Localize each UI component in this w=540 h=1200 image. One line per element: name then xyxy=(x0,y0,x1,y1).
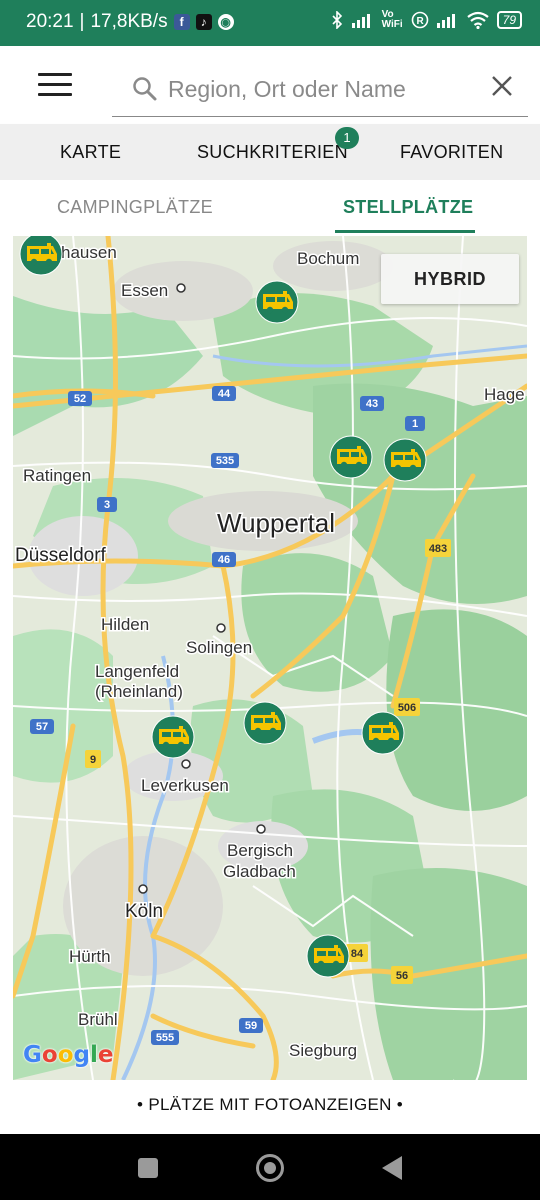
place-label-ratingen: Ratingen xyxy=(23,466,91,485)
home-icon[interactable] xyxy=(256,1154,284,1182)
recents-icon[interactable] xyxy=(138,1158,158,1178)
svg-text:1: 1 xyxy=(412,418,418,430)
place-label-hilden: Hilden xyxy=(101,615,149,634)
place-label-hausen: hausen xyxy=(61,243,117,262)
place-label-koeln: Köln xyxy=(125,901,163,922)
sub-tabs: CAMPINGPLÄTZE STELLPLÄTZE xyxy=(0,180,540,236)
tiktok-icon: ♪ xyxy=(195,14,212,30)
system-nav-bar xyxy=(0,1134,540,1200)
status-time: 20:21 xyxy=(26,11,74,32)
place-label-rheinland: (Rheinland) xyxy=(95,682,183,701)
top-bar xyxy=(0,46,540,124)
svg-text:84: 84 xyxy=(351,948,364,960)
road-shield-56: 56 xyxy=(391,966,413,984)
campervan-icon[interactable] xyxy=(243,701,287,745)
road-shield-483: 483 xyxy=(425,539,451,557)
place-label-solingen: Solingen xyxy=(186,638,252,657)
campervan-icon[interactable] xyxy=(329,435,373,479)
svg-text:56: 56 xyxy=(396,970,408,982)
road-shield-555: 555 xyxy=(151,1030,179,1045)
tab-suchkriterien[interactable]: SUCHKRITERIEN xyxy=(197,142,348,163)
campervan-icon[interactable] xyxy=(151,715,195,759)
svg-text:483: 483 xyxy=(429,543,447,555)
status-right: Vo WiFi R 79 xyxy=(330,10,522,30)
svg-text:52: 52 xyxy=(74,393,86,405)
search-bar xyxy=(112,66,528,117)
main-tabs: KARTE SUCHKRITERIEN 1 FAVORITEN xyxy=(0,124,540,180)
road-shield-44: 44 xyxy=(212,386,236,401)
svg-text:43: 43 xyxy=(366,398,378,410)
svg-text:555: 555 xyxy=(156,1032,174,1044)
svg-text:46: 46 xyxy=(218,554,230,566)
search-input[interactable] xyxy=(166,72,470,106)
road-shield-9: 9 xyxy=(85,750,101,768)
active-tab-indicator xyxy=(335,230,475,233)
svg-text:535: 535 xyxy=(216,455,234,467)
place-label-siegburg: Siegburg xyxy=(289,1041,357,1060)
road-shield-57: 57 xyxy=(30,719,54,734)
signal-icon xyxy=(351,14,370,28)
place-label-duesseldorf: Düsseldorf xyxy=(15,545,107,566)
map-view[interactable]: 52 44 43 1 535 3 46 483 506 57 9 555 59 … xyxy=(13,236,527,1080)
hamburger-menu-icon[interactable] xyxy=(38,73,72,97)
place-label-bruehl: Brühl xyxy=(78,1010,118,1029)
svg-text:9: 9 xyxy=(90,754,96,766)
road-shield-46: 46 xyxy=(212,552,236,567)
road-shield-59: 59 xyxy=(239,1018,263,1033)
place-label-bergisch: Bergisch xyxy=(227,841,293,860)
campervan-icon[interactable] xyxy=(383,438,427,482)
status-left: 20:21 | 17,8KB/s f ♪ ◉ xyxy=(26,11,234,33)
facebook-icon: f xyxy=(173,14,190,30)
campervan-icon[interactable] xyxy=(255,280,299,324)
close-icon[interactable] xyxy=(490,74,514,98)
tab-karte[interactable]: KARTE xyxy=(60,142,121,163)
svg-text:3: 3 xyxy=(104,499,110,511)
svg-text:R: R xyxy=(416,16,424,27)
road-shield-52: 52 xyxy=(68,391,92,406)
network-speed: 17,8KB/s xyxy=(90,11,168,32)
place-label-huerth: Hürth xyxy=(69,947,111,966)
battery-icon: 79 xyxy=(496,11,522,29)
road-shield-3: 3 xyxy=(97,497,117,512)
campervan-icon[interactable] xyxy=(306,934,350,978)
tab-favoriten[interactable]: FAVORITEN xyxy=(400,142,503,163)
place-label-wuppertal: Wuppertal xyxy=(217,508,335,538)
place-label-hage: Hage xyxy=(484,385,525,404)
filter-count-badge: 1 xyxy=(335,127,359,149)
google-logo[interactable]: Google xyxy=(23,1042,113,1068)
road-shield-535: 535 xyxy=(211,453,239,468)
roaming-icon: R xyxy=(411,11,428,29)
place-label-gladbach: Gladbach xyxy=(223,862,296,881)
place-label-essen: Essen xyxy=(121,281,168,300)
signal-icon xyxy=(436,14,455,28)
place-label-langenfeld: Langenfeld xyxy=(95,662,179,681)
tab-campingplaetze[interactable]: CAMPINGPLÄTZE xyxy=(57,197,213,218)
search-icon xyxy=(133,77,157,101)
svg-text:506: 506 xyxy=(398,702,416,714)
svg-text:57: 57 xyxy=(36,721,48,733)
wifi-icon xyxy=(466,11,489,29)
tab-stellplaetze[interactable]: STELLPLÄTZE xyxy=(343,197,473,218)
place-label-leverkusen: Leverkusen xyxy=(141,776,229,795)
road-shield-84: 84 xyxy=(346,944,368,962)
hybrid-button[interactable]: HYBRID xyxy=(381,254,519,304)
campervan-icon[interactable] xyxy=(361,711,405,755)
bluetooth-icon xyxy=(332,11,342,29)
place-label-bochum: Bochum xyxy=(297,249,359,268)
road-shield-506: 506 xyxy=(394,698,420,716)
road-shield-1: 1 xyxy=(405,416,425,431)
campervan-icon[interactable] xyxy=(19,236,63,276)
status-bar: 20:21 | 17,8KB/s f ♪ ◉ Vo WiFi R 79 xyxy=(0,0,540,46)
back-icon[interactable] xyxy=(382,1156,402,1180)
map-canvas[interactable]: 52 44 43 1 535 3 46 483 506 57 9 555 59 … xyxy=(13,236,527,1080)
road-shield-43: 43 xyxy=(360,396,384,411)
photo-ads-link[interactable]: • PLÄTZE MIT FOTOANZEIGEN • xyxy=(0,1095,540,1115)
volte-icon: Vo WiFi xyxy=(381,9,403,30)
svg-text:59: 59 xyxy=(245,1020,257,1032)
svg-text:44: 44 xyxy=(218,388,231,400)
app-notification-icon: ◉ xyxy=(217,14,234,30)
